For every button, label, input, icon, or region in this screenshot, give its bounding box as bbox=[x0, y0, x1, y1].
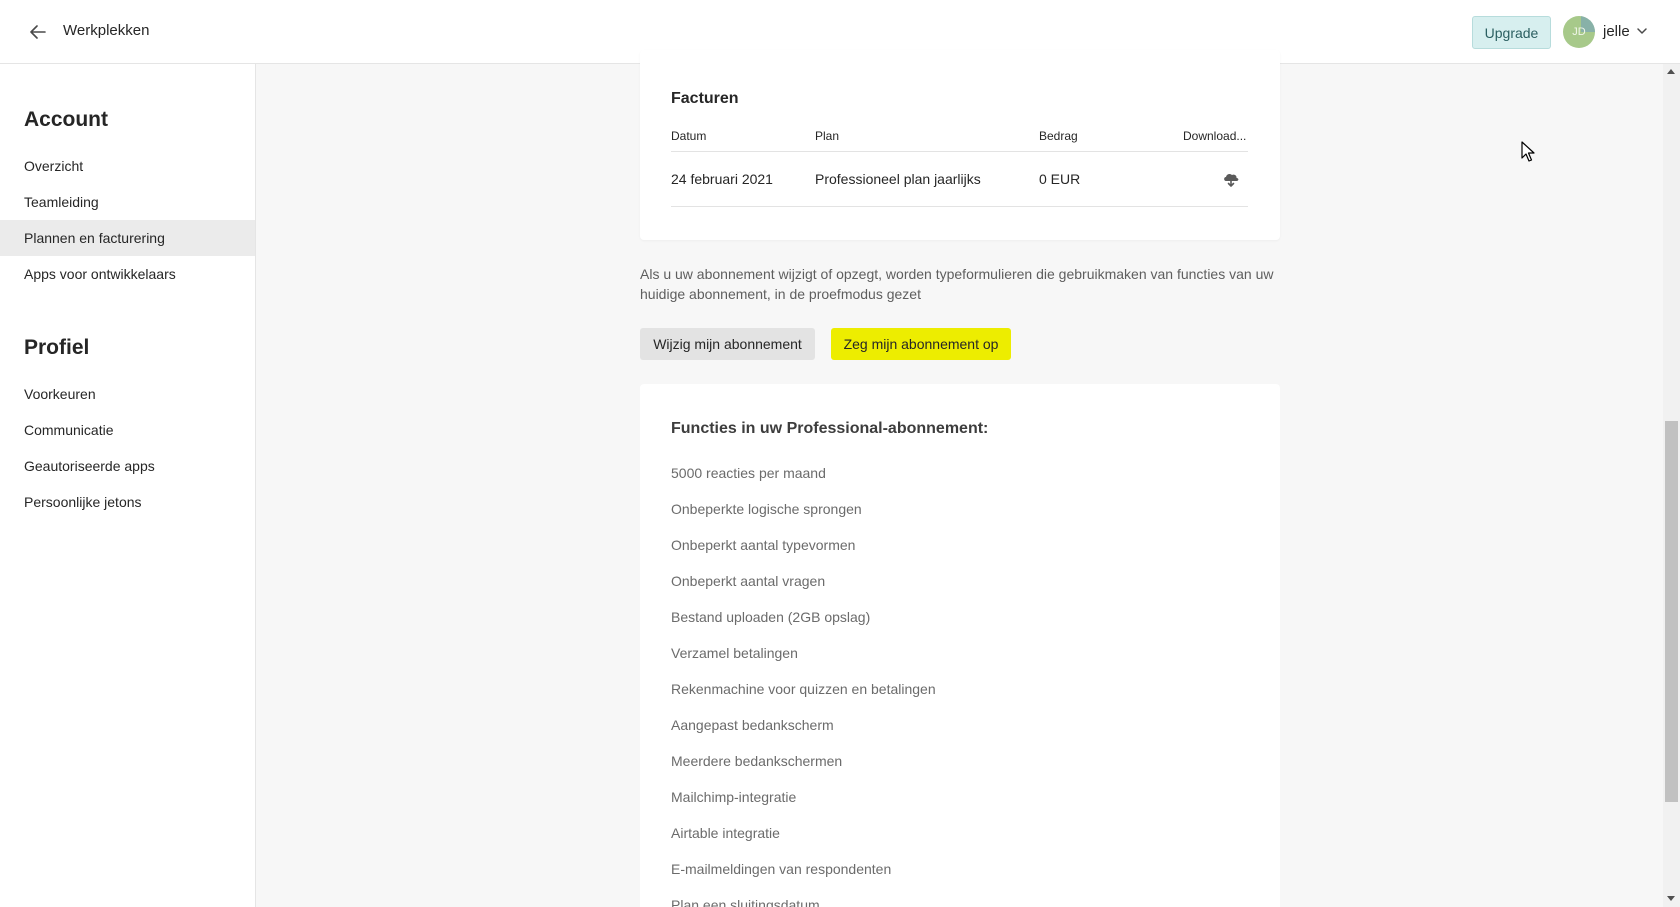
chevron-down-icon[interactable] bbox=[1635, 24, 1649, 38]
list-item: Rekenmachine voor quizzen en betalingen bbox=[671, 681, 936, 697]
list-item: Onbeperkt aantal vragen bbox=[671, 573, 826, 589]
sidebar: Account Overzicht Teamleiding Plannen en… bbox=[0, 64, 256, 907]
column-header-amount: Bedrag bbox=[1039, 129, 1078, 143]
features-card: Functies in uw Professional-abonnement: … bbox=[640, 384, 1280, 907]
column-header-date: Datum bbox=[671, 129, 707, 143]
column-header-plan: Plan bbox=[815, 129, 840, 143]
user-name[interactable]: jelle bbox=[1603, 23, 1630, 40]
list-item: Onbeperkt aantal typevormen bbox=[671, 537, 856, 553]
vertical-scrollbar[interactable] bbox=[1663, 64, 1680, 907]
workspaces-link[interactable]: Werkplekken bbox=[63, 22, 149, 39]
list-item: Onbeperkte logische sprongen bbox=[671, 501, 862, 517]
avatar[interactable]: JD bbox=[1563, 16, 1595, 48]
sidebar-item-voorkeuren[interactable]: Voorkeuren bbox=[0, 376, 255, 412]
sidebar-item-communicatie[interactable]: Communicatie bbox=[0, 412, 255, 448]
invoice-amount: 0 EUR bbox=[1039, 171, 1081, 187]
subscription-notice: Als u uw abonnement wijzigt of opzegt, w… bbox=[640, 266, 1274, 302]
upgrade-button[interactable]: Upgrade bbox=[1472, 16, 1551, 49]
table-divider bbox=[671, 151, 1248, 152]
column-header-download: Download... bbox=[1183, 129, 1247, 143]
table-divider bbox=[671, 206, 1248, 207]
invoices-title: Facturen bbox=[671, 90, 739, 107]
list-item: Airtable integratie bbox=[671, 825, 780, 841]
list-item: Aangepast bedankscherm bbox=[671, 717, 834, 733]
mouse-cursor-icon bbox=[1521, 141, 1537, 163]
invoices-card: Facturen Datum Plan Bedrag Download... 2… bbox=[640, 50, 1280, 240]
list-item: Verzamel betalingen bbox=[671, 645, 798, 661]
scrollbar-thumb[interactable] bbox=[1665, 421, 1678, 802]
list-item: Bestand uploaden (2GB opslag) bbox=[671, 609, 871, 625]
sidebar-item-geautoriseerde-apps[interactable]: Geautoriseerde apps bbox=[0, 448, 255, 484]
features-list: 5000 reacties per maand Onbeperkte logis… bbox=[671, 465, 936, 907]
list-item: Meerdere bedankschermen bbox=[671, 753, 843, 769]
list-item: E-mailmeldingen van respondenten bbox=[671, 861, 892, 877]
invoice-plan: Professioneel plan jaarlijks bbox=[815, 171, 981, 187]
invoice-date: 24 februari 2021 bbox=[671, 171, 773, 187]
scroll-down-arrow-icon[interactable] bbox=[1667, 896, 1675, 901]
cloud-download-icon[interactable] bbox=[1221, 170, 1241, 190]
sidebar-item-teamleiding[interactable]: Teamleiding bbox=[0, 184, 255, 220]
sidebar-item-plannen-en-facturering[interactable]: Plannen en facturering bbox=[0, 220, 255, 256]
avatar-initials: JD bbox=[1572, 26, 1586, 38]
list-item: Plan een sluitingsdatum bbox=[671, 897, 820, 907]
scroll-up-arrow-icon[interactable] bbox=[1667, 69, 1675, 74]
back-arrow-icon[interactable] bbox=[26, 20, 50, 44]
account-heading: Account bbox=[24, 108, 108, 131]
list-item: Mailchimp-integratie bbox=[671, 789, 797, 805]
profile-heading: Profiel bbox=[24, 336, 90, 359]
sidebar-item-apps-voor-ontwikkelaars[interactable]: Apps voor ontwikkelaars bbox=[0, 256, 255, 292]
cancel-subscription-button[interactable]: Zeg mijn abonnement op bbox=[831, 328, 1011, 360]
change-subscription-button[interactable]: Wijzig mijn abonnement bbox=[640, 328, 815, 360]
features-title: Functies in uw Professional-abonnement: bbox=[671, 420, 989, 437]
list-item: 5000 reacties per maand bbox=[671, 465, 826, 481]
sidebar-item-persoonlijke-jetons[interactable]: Persoonlijke jetons bbox=[0, 484, 255, 520]
sidebar-item-overzicht[interactable]: Overzicht bbox=[0, 148, 255, 184]
